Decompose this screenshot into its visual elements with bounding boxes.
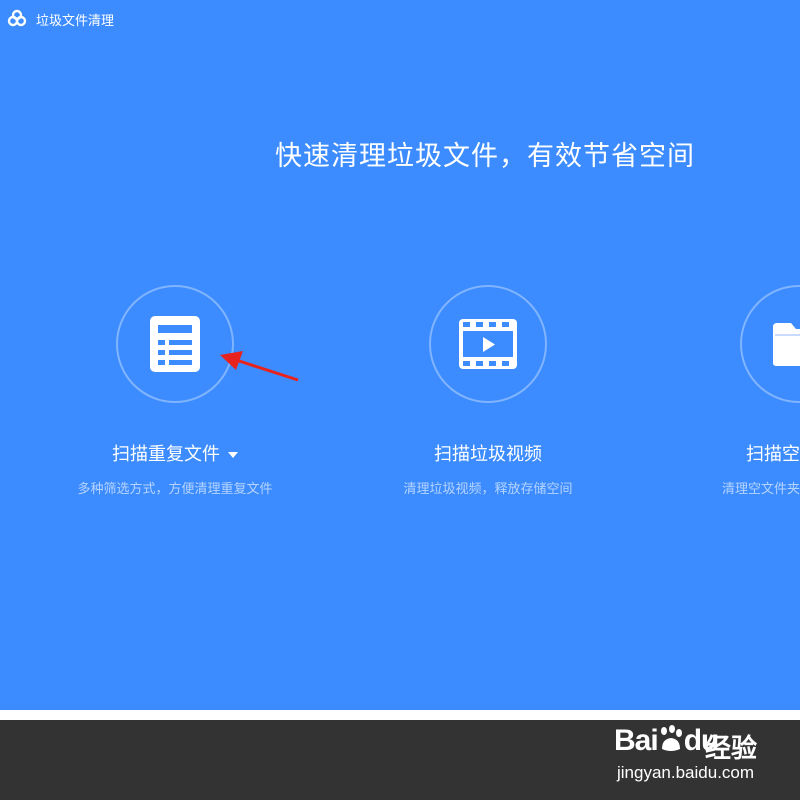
feature-label-duplicate[interactable]: 扫描重复文件 (25, 440, 325, 466)
watermark-brand: Bai (614, 724, 659, 757)
chevron-down-icon[interactable] (228, 452, 238, 458)
feature-desc-folder: 清理空文件夹，文件更整洁 (721, 482, 800, 497)
app-window: 垃圾文件清理 快速清理垃圾文件，有效节省空间 扫描重复文件 多种筛选方式，方便清… (0, 0, 800, 710)
folder-icon (773, 323, 800, 366)
feature-desc-duplicate: 多种筛选方式，方便清理重复文件 (77, 482, 273, 497)
baidu-cloud-icon (7, 9, 27, 27)
watermark-product: 经验 (705, 734, 758, 764)
scan-junk-videos-button[interactable] (429, 285, 547, 403)
scan-empty-folders-button[interactable] (740, 285, 800, 403)
paw-icon (660, 725, 682, 751)
feature-desc-video: 清理垃圾视频，释放存储空间 (403, 482, 573, 497)
divider-strip (0, 710, 800, 720)
window-title: 垃圾文件清理 (36, 13, 115, 29)
scan-duplicate-files-button[interactable] (116, 285, 234, 403)
feature-label-folder[interactable]: 扫描空文件夹 (650, 440, 800, 466)
document-list-icon (150, 316, 200, 372)
page-headline: 快速清理垃圾文件，有效节省空间 (275, 141, 695, 172)
video-icon (459, 319, 517, 369)
titlebar: 垃圾文件清理 (6, 8, 114, 30)
baidu-logo: Bai du (614, 724, 719, 758)
watermark-url: jingyan.baidu.com (617, 763, 755, 782)
feature-label-text[interactable]: 扫描重复文件 (112, 444, 220, 465)
feature-label-video[interactable]: 扫描垃圾视频 (338, 440, 638, 466)
